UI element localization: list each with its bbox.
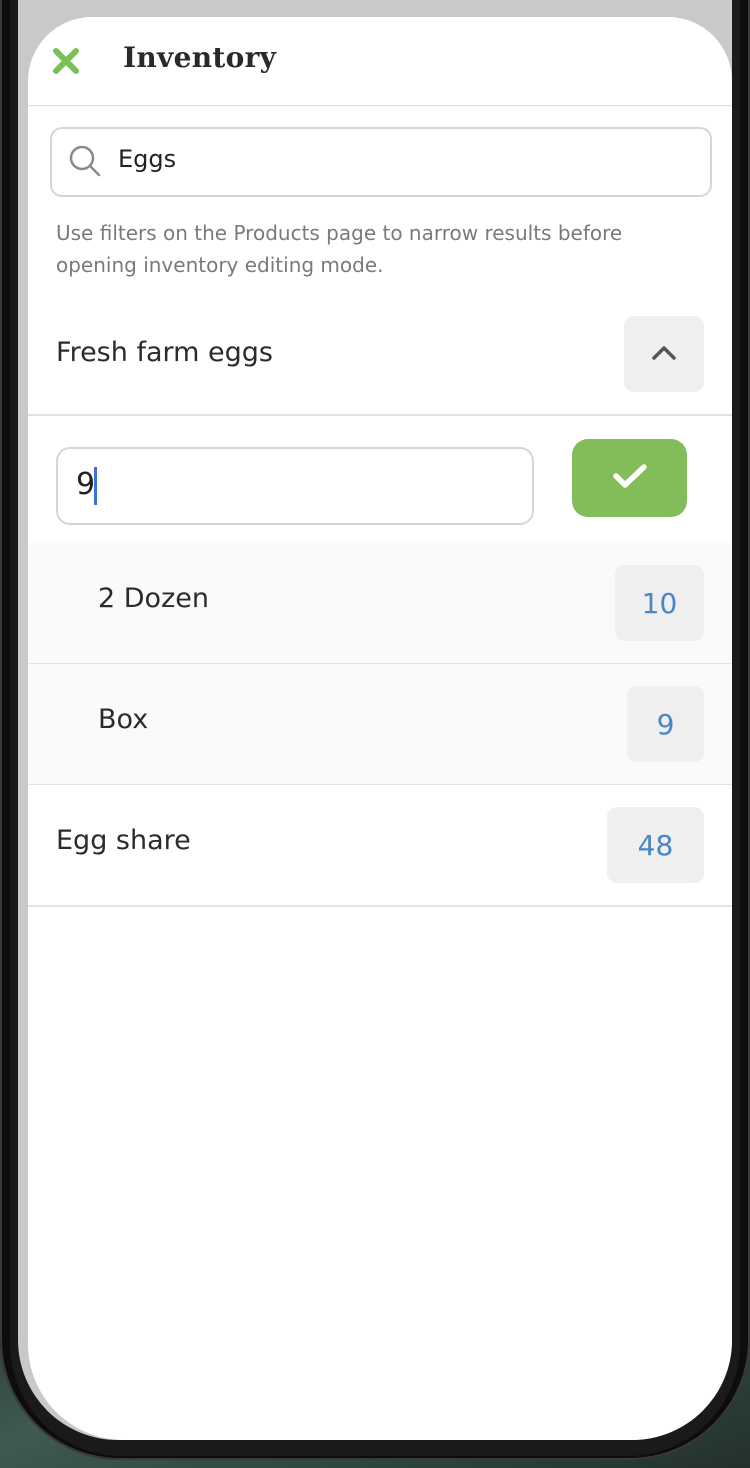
- search-icon: [68, 144, 102, 178]
- quantity-badge[interactable]: 9: [627, 686, 704, 762]
- quantity-input[interactable]: 9: [56, 447, 534, 525]
- page-title: Inventory: [123, 41, 277, 74]
- filter-hint: Use filters on the Products page to narr…: [56, 221, 623, 277]
- text-cursor: [94, 467, 97, 505]
- variant-name: Box: [98, 704, 149, 735]
- close-icon[interactable]: [48, 43, 84, 79]
- product-name: Fresh farm eggs: [56, 337, 273, 368]
- variant-name: 2 Dozen: [98, 583, 209, 614]
- variant-row-2-dozen[interactable]: 2 Dozen 10: [28, 543, 732, 665]
- sheet-header: Inventory: [28, 17, 732, 106]
- quantity-badge[interactable]: 48: [607, 807, 704, 883]
- product-row-egg-share[interactable]: Egg share 48: [28, 785, 732, 907]
- phone-screen: Inventory Eggs Use filters on the Produc…: [18, 0, 732, 1440]
- search-input[interactable]: Eggs: [50, 127, 712, 197]
- search-value: Eggs: [118, 145, 177, 173]
- quantity-badge[interactable]: 10: [615, 565, 704, 641]
- check-icon: [611, 461, 649, 495]
- quantity-input-value: 9: [76, 467, 96, 502]
- variant-row-box[interactable]: Box 9: [28, 664, 732, 786]
- inventory-sheet: Inventory Eggs Use filters on the Produc…: [28, 17, 732, 1440]
- collapse-button[interactable]: [624, 316, 704, 392]
- confirm-button[interactable]: [572, 439, 687, 517]
- chevron-up-icon: [650, 343, 678, 365]
- product-name: Egg share: [56, 825, 191, 856]
- quantity-edit-row: 9: [28, 417, 732, 545]
